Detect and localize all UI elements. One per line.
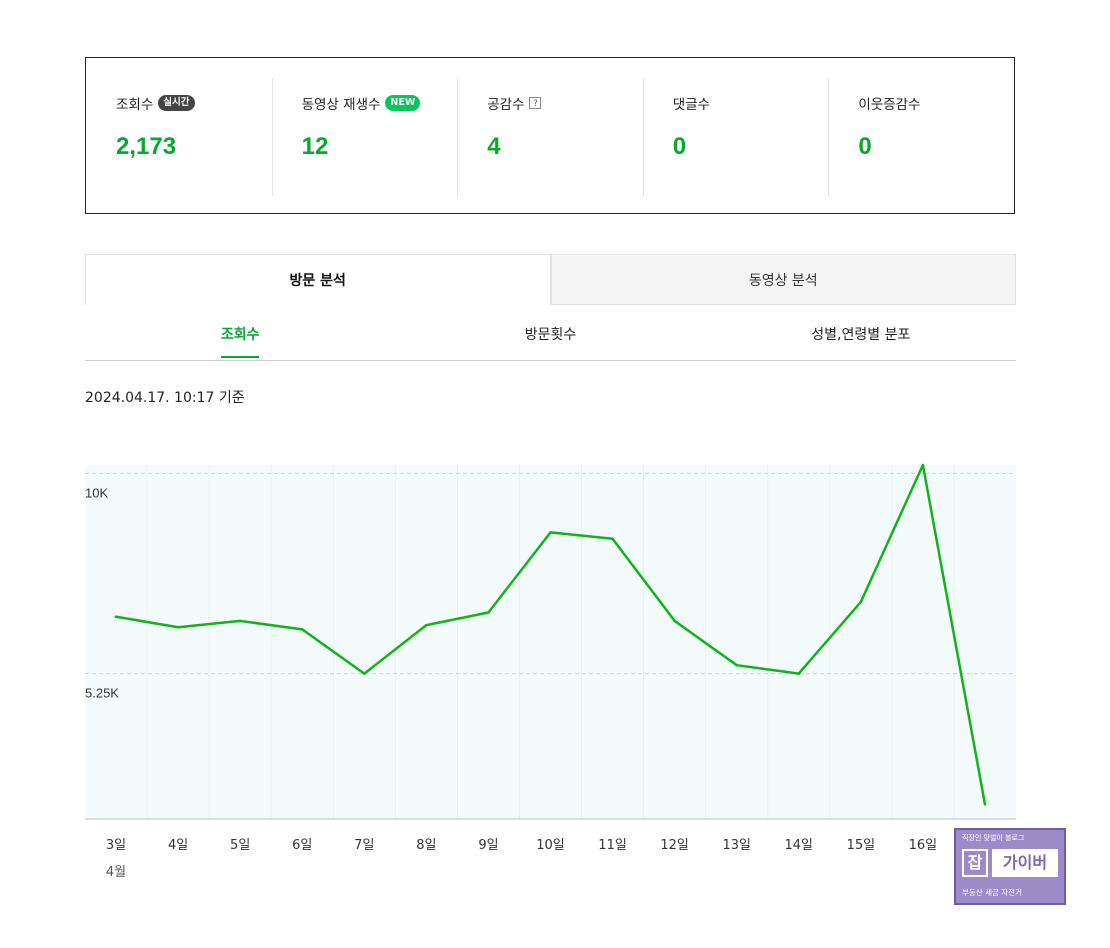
views-line-chart: 10K 5.25K 3일 4일 5일 6일 7일 8일 9일 10일 11일 12일 13일 14일 15일… bbox=[85, 463, 1016, 880]
x-tick-label: 3일 bbox=[106, 838, 126, 853]
watermark-name: 가이버 bbox=[992, 849, 1058, 877]
data-point bbox=[549, 531, 552, 534]
data-point bbox=[673, 619, 676, 623]
data-point bbox=[735, 663, 738, 667]
x-tick-label: 11일 bbox=[598, 838, 627, 853]
plot-area bbox=[85, 465, 1016, 819]
data-point bbox=[425, 623, 428, 627]
x-tick-label: 5일 bbox=[230, 838, 250, 853]
x-tick-label: 16일 bbox=[909, 838, 938, 853]
x-tick-label: 13일 bbox=[722, 838, 751, 853]
x-month-label: 4월 bbox=[106, 865, 126, 880]
x-tick-label: 10일 bbox=[536, 838, 565, 853]
x-tick-label: 7일 bbox=[354, 838, 374, 853]
watermark-logo: 직장인 맞벌이 블로그 잡 가이버 부동산 세금 자전거 bbox=[954, 828, 1066, 905]
x-tick-label: 6일 bbox=[292, 838, 312, 853]
x-tick-label: 15일 bbox=[847, 838, 876, 853]
data-point bbox=[176, 625, 180, 629]
x-tick-label: 12일 bbox=[660, 838, 689, 853]
x-tick-label: 14일 bbox=[785, 838, 814, 853]
watermark-logo-char: 잡 bbox=[962, 849, 988, 877]
x-tick-label: 8일 bbox=[416, 838, 436, 853]
x-tick-label: 4일 bbox=[168, 838, 188, 853]
data-point bbox=[797, 672, 801, 675]
data-point bbox=[363, 672, 366, 675]
data-point bbox=[487, 611, 490, 614]
data-point bbox=[300, 628, 304, 631]
data-point bbox=[114, 615, 118, 619]
data-point bbox=[611, 537, 614, 541]
x-tick-label: 9일 bbox=[478, 838, 498, 853]
y-tick-label: 10K bbox=[85, 485, 108, 500]
data-point bbox=[983, 802, 987, 806]
data-point bbox=[921, 463, 925, 467]
data-point bbox=[859, 600, 863, 604]
y-tick-label: 5.25K bbox=[85, 686, 119, 701]
watermark-top-text: 직장인 맞벌이 블로그 bbox=[962, 834, 1025, 842]
watermark-bottom-text: 부동산 세금 자전거 bbox=[962, 888, 1022, 897]
data-point bbox=[238, 619, 242, 623]
